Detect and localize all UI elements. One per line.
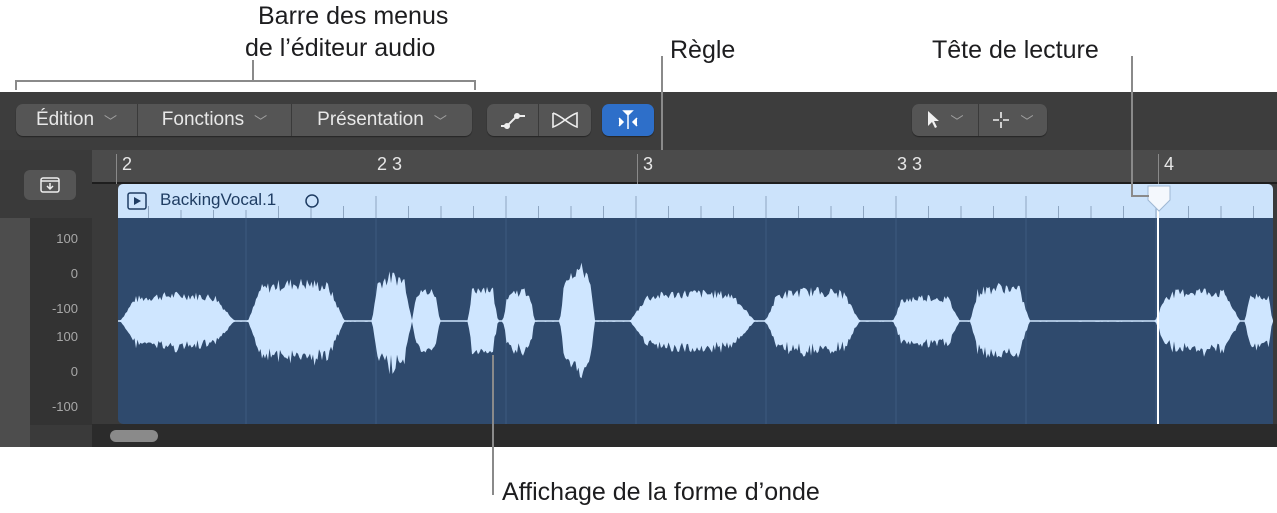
chevron-down-icon: ﹀ (433, 113, 447, 129)
menu-group: Édition ﹀ Fonctions ﹀ Présentation ﹀ (16, 104, 472, 136)
amp-label: 0 (70, 266, 78, 281)
automation-curve-icon (500, 113, 525, 129)
menu-label: Présentation (317, 109, 424, 130)
callout-ruler: Règle (670, 36, 736, 64)
ruler-label: 4 (1164, 154, 1175, 174)
ruler[interactable]: 2 2 3 3 3 3 4 (92, 150, 1277, 184)
scrollbar-thumb[interactable] (110, 430, 158, 442)
amp-label: -100 (51, 399, 78, 414)
amp-label: 100 (56, 231, 78, 246)
menu-fonctions[interactable]: Fonctions ﹀ (138, 104, 292, 136)
flex-button-inner (602, 104, 654, 136)
ruler-label: 3 3 (897, 154, 923, 174)
callout-playhead: Tête de lecture (932, 36, 1099, 64)
automation-button[interactable] (487, 104, 539, 136)
ruler-label: 3 (643, 154, 654, 174)
ruler-label: 2 (122, 154, 133, 174)
amp-label: -100 (51, 301, 78, 316)
crossfade-button[interactable] (539, 104, 591, 136)
pointer-arrow-icon (928, 111, 940, 128)
ruler-tick (637, 154, 638, 184)
callout-playhead-line-h (1131, 195, 1149, 197)
ruler-label: 2 3 (377, 154, 403, 174)
callout-bracket-right (474, 80, 476, 90)
callout-bracket (15, 80, 476, 82)
ruler-tick (1158, 154, 1159, 184)
callout-bracket-stem (252, 60, 254, 81)
amp-label: 0 (70, 364, 78, 379)
amp-label: 100 (56, 329, 78, 344)
chevron-down-icon: ﹀ (950, 113, 964, 129)
play-region-icon[interactable] (127, 192, 147, 210)
crosshair-icon (993, 112, 1010, 128)
flex-marker-icon (618, 110, 638, 129)
chevron-down-icon: ﹀ (104, 113, 118, 129)
menu-presentation[interactable]: Présentation ﹀ (292, 104, 472, 136)
pointer-tool-menu[interactable]: ﹀ (912, 104, 979, 136)
chevron-down-icon: ﹀ (254, 113, 268, 129)
audio-region[interactable]: BackingVocal.1 (118, 184, 1273, 424)
menu-edition[interactable]: Édition ﹀ (16, 104, 138, 136)
waveform-shape (118, 262, 1273, 379)
audio-editor: Édition ﹀ Fonctions ﹀ Présentation ﹀ ﹀ ﹀ (0, 92, 1277, 447)
callout-menu-bar-line2: de l’éditeur audio (245, 34, 436, 62)
chevron-down-icon: ﹀ (1020, 113, 1034, 129)
region-name: BackingVocal.1 (160, 190, 279, 210)
catch-button[interactable] (24, 170, 76, 200)
playhead-line[interactable] (1157, 186, 1159, 424)
ruler-tick (116, 154, 117, 184)
callout-playhead-line (1131, 56, 1133, 196)
loop-circle-icon[interactable] (304, 193, 320, 209)
callout-ruler-line (661, 56, 663, 150)
callout-waveform: Affichage de la forme d’onde (502, 478, 820, 506)
region-header[interactable]: BackingVocal.1 (118, 184, 1273, 218)
callout-bracket-left (15, 80, 17, 90)
callout-menu-bar-line1: Barre des menus (258, 2, 449, 30)
region-ticks (148, 196, 1254, 218)
crossfade-icon (552, 111, 578, 129)
menu-label: Édition (35, 109, 95, 130)
waveform-display[interactable] (118, 218, 1273, 424)
menu-label: Fonctions (161, 109, 245, 130)
callout-waveform-line (492, 355, 494, 495)
track-header-column: 100 0 -100 100 0 -100 (0, 150, 92, 447)
secondary-tool-menu[interactable]: ﹀ (979, 104, 1047, 136)
horizontal-scrollbar[interactable] (92, 424, 1277, 447)
menu-bar: Édition ﹀ Fonctions ﹀ Présentation ﹀ ﹀ ﹀ (0, 92, 1277, 150)
tool-menus: ﹀ ﹀ (912, 104, 1047, 136)
amplitude-scale: 100 0 -100 100 0 -100 (30, 218, 92, 425)
track-strip (0, 218, 30, 447)
tool-group (487, 104, 591, 136)
download-tray-icon (40, 177, 60, 193)
flex-button[interactable] (602, 104, 654, 136)
playhead-handle[interactable] (1145, 184, 1173, 214)
